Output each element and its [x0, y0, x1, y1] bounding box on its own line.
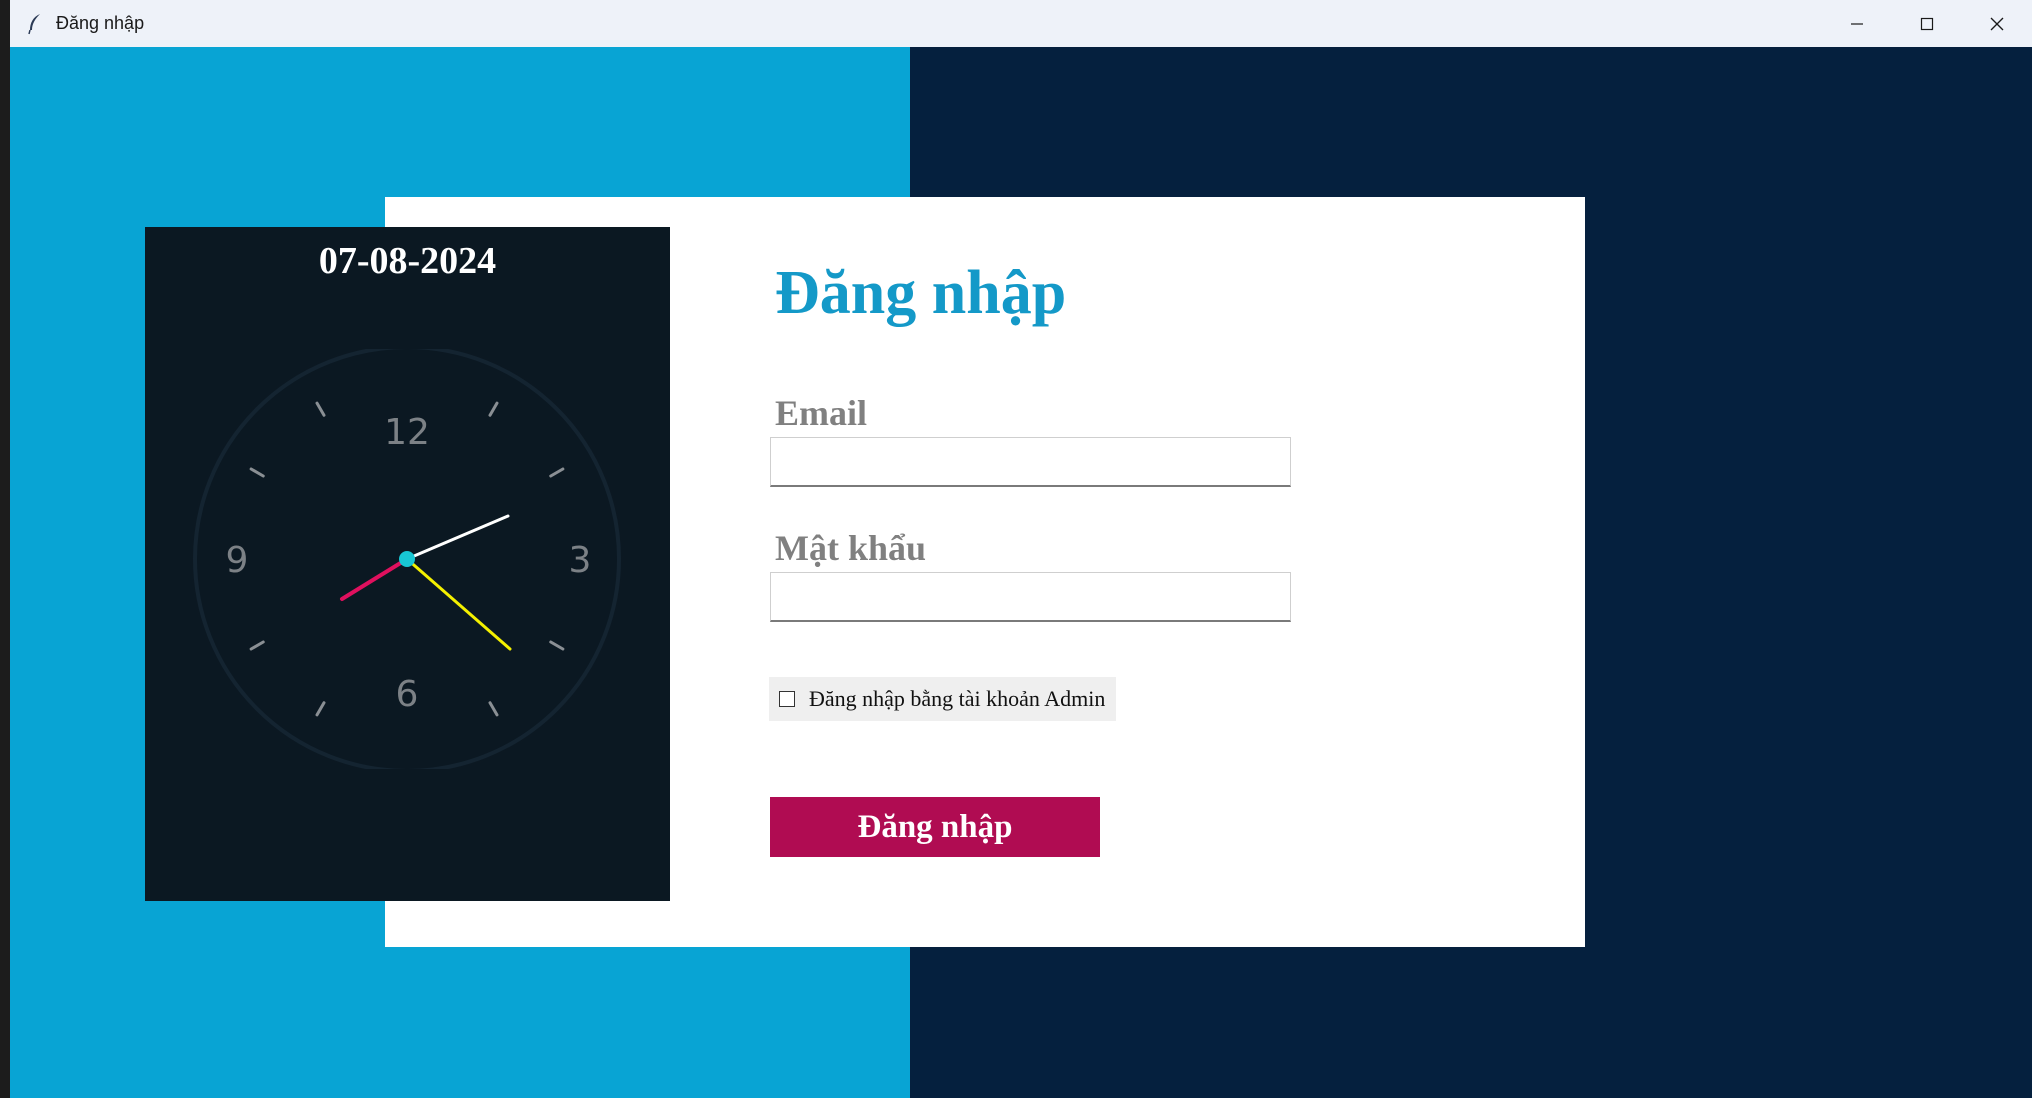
- login-window: Đăng nhập 07-08-2024 12 3 6 9 Đăng nhập …: [10, 0, 2032, 1098]
- clock-panel: 07-08-2024 12 3 6 9: [145, 227, 670, 901]
- minimize-icon: [1851, 22, 1863, 25]
- numeral-6: 6: [396, 674, 419, 715]
- email-label: Email: [775, 393, 868, 433]
- maximize-button[interactable]: [1892, 0, 1962, 47]
- window-title: Đăng nhập: [56, 13, 145, 33]
- admin-login-checkbox[interactable]: Đăng nhập bằng tài khoản Admin: [769, 677, 1116, 721]
- window-controls: [1822, 0, 2032, 47]
- close-icon: [1990, 17, 2004, 30]
- password-input[interactable]: [770, 572, 1291, 622]
- numeral-9: 9: [226, 540, 249, 581]
- analog-clock: 12 3 6 9: [175, 349, 639, 769]
- clock-center-dot: [399, 551, 415, 567]
- title-bar: Đăng nhập: [10, 0, 2032, 47]
- feather-icon: [26, 12, 44, 36]
- checkbox-box[interactable]: [779, 691, 795, 707]
- clock-date: 07-08-2024: [318, 240, 497, 282]
- maximize-icon: [1920, 17, 1934, 30]
- password-label: Mật khẩu: [775, 528, 927, 568]
- minimize-button[interactable]: [1822, 0, 1892, 47]
- form-title: Đăng nhập: [775, 259, 1067, 327]
- login-button[interactable]: Đăng nhập: [770, 797, 1100, 857]
- admin-checkbox-label: Đăng nhập bằng tài khoản Admin: [809, 686, 1106, 711]
- numeral-12: 12: [384, 412, 430, 453]
- numeral-3: 3: [569, 540, 592, 581]
- close-button[interactable]: [1962, 0, 2032, 47]
- email-input[interactable]: [770, 437, 1291, 487]
